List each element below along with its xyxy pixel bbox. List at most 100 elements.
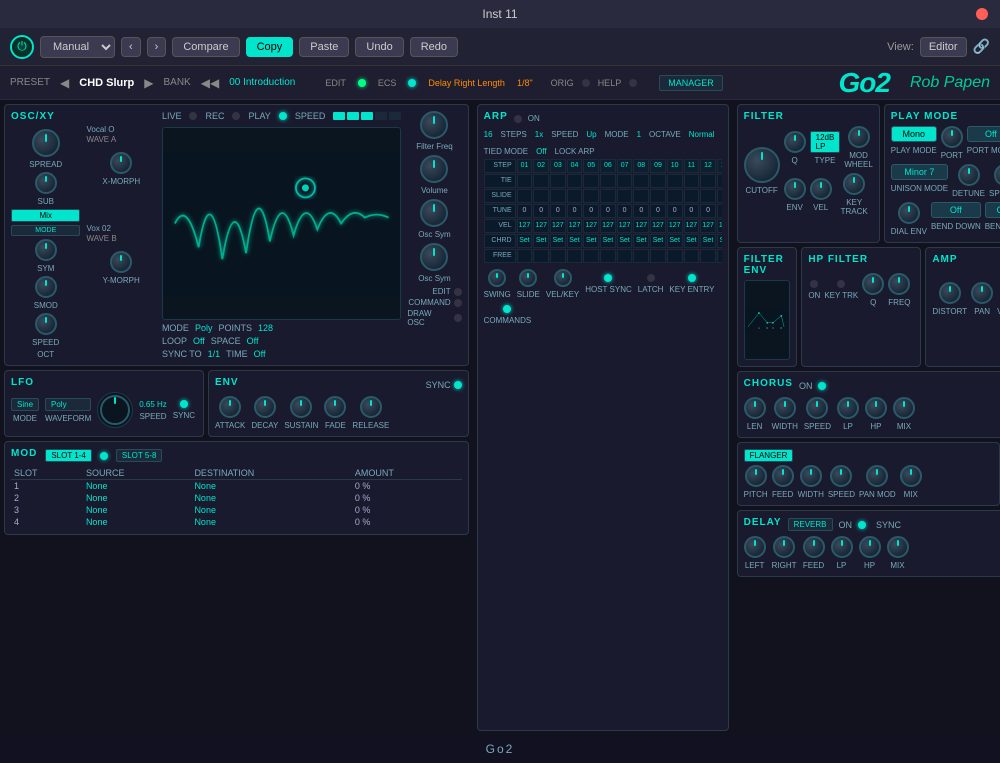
arp-step-05[interactable]: 05 xyxy=(583,159,599,173)
arp-step-10[interactable]: 10 xyxy=(667,159,683,173)
flanger-title-btn[interactable]: FLANGER xyxy=(744,449,794,462)
arp-chrd-13[interactable]: Set xyxy=(717,234,722,248)
mod-source-2[interactable]: None xyxy=(83,492,192,504)
slot-1-4-btn[interactable]: SLOT 1-4 xyxy=(45,449,92,462)
arp-step-09[interactable]: 09 xyxy=(650,159,666,173)
arp-slide-5[interactable] xyxy=(583,189,599,203)
arp-free-8[interactable] xyxy=(633,249,649,263)
arp-free-12[interactable] xyxy=(700,249,716,263)
slide-knob[interactable] xyxy=(519,269,537,287)
command-led[interactable] xyxy=(454,299,462,307)
arp-step-11[interactable]: 11 xyxy=(684,159,700,173)
dial-env-knob[interactable] xyxy=(898,202,920,224)
arp-step-04[interactable]: 04 xyxy=(567,159,583,173)
arp-tie-7[interactable] xyxy=(617,174,633,188)
arp-vel-5[interactable]: 127 xyxy=(583,219,599,233)
arp-vel-6[interactable]: 127 xyxy=(600,219,616,233)
arp-free-4[interactable] xyxy=(567,249,583,263)
spread-pm-knob[interactable] xyxy=(994,164,1000,186)
arp-step-06[interactable]: 06 xyxy=(600,159,616,173)
preset-next[interactable]: ▶ xyxy=(144,76,153,90)
spread-knob[interactable] xyxy=(32,129,60,157)
mono-btn[interactable]: Mono xyxy=(891,126,937,142)
arp-slide-9[interactable] xyxy=(650,189,666,203)
arp-slide-1[interactable] xyxy=(517,189,533,203)
mod-dest-4[interactable]: None xyxy=(191,516,351,528)
arp-free-3[interactable] xyxy=(550,249,566,263)
osc-sym2-knob[interactable] xyxy=(420,243,448,271)
sub-knob[interactable] xyxy=(35,172,57,194)
release-knob[interactable] xyxy=(360,396,382,418)
arp-vel-8[interactable]: 127 xyxy=(633,219,649,233)
manual-dropdown[interactable]: Manual xyxy=(40,36,115,58)
arp-tie-8[interactable] xyxy=(633,174,649,188)
fade-knob[interactable] xyxy=(324,396,346,418)
arp-slide-8[interactable] xyxy=(633,189,649,203)
arp-tune-3[interactable]: 0 xyxy=(550,204,566,218)
arp-tune-1[interactable]: 0 xyxy=(517,204,533,218)
paste-button[interactable]: Paste xyxy=(299,37,349,57)
flanger-feed-knob[interactable] xyxy=(772,465,794,487)
arp-tune-7[interactable]: 0 xyxy=(617,204,633,218)
arp-tune-6[interactable]: 0 xyxy=(600,204,616,218)
chorus-width-knob[interactable] xyxy=(774,397,796,419)
arp-tune-13[interactable]: 0 xyxy=(717,204,722,218)
mod-wheel-knob[interactable] xyxy=(848,126,870,148)
arp-slide-10[interactable] xyxy=(667,189,683,203)
arp-tune-4[interactable]: 0 xyxy=(567,204,583,218)
arp-chrd-10[interactable]: Set xyxy=(667,234,683,248)
arp-tune-5[interactable]: 0 xyxy=(583,204,599,218)
arp-vel-13[interactable]: 127 xyxy=(717,219,722,233)
nav-back-button[interactable]: ‹ xyxy=(121,37,141,57)
key-entry-led[interactable] xyxy=(688,274,696,282)
arp-vel-1[interactable]: 127 xyxy=(517,219,533,233)
chorus-on-led[interactable] xyxy=(818,382,826,390)
filter-env-knob[interactable] xyxy=(784,178,806,200)
swing-knob[interactable] xyxy=(488,269,506,287)
arp-tie-2[interactable] xyxy=(533,174,549,188)
compare-button[interactable]: Compare xyxy=(172,37,239,57)
lfo-mode-btn[interactable]: Sine xyxy=(11,398,39,411)
arp-free-13[interactable] xyxy=(717,249,722,263)
reverb-title-btn[interactable]: REVERB xyxy=(788,518,833,531)
mode-display[interactable]: Mix xyxy=(11,209,80,222)
key-track-knob[interactable] xyxy=(843,173,865,195)
smod-knob[interactable] xyxy=(35,276,57,298)
arp-slide-4[interactable] xyxy=(567,189,583,203)
arp-slide-7[interactable] xyxy=(617,189,633,203)
mod-dest-1[interactable]: None xyxy=(191,480,351,493)
arp-vel-10[interactable]: 127 xyxy=(667,219,683,233)
arp-slide-6[interactable] xyxy=(600,189,616,203)
flanger-mix-knob[interactable] xyxy=(900,465,922,487)
arp-chrd-7[interactable]: Set xyxy=(617,234,633,248)
delay-left-knob[interactable] xyxy=(744,536,766,558)
arp-vel-4[interactable]: 127 xyxy=(567,219,583,233)
delay-hp-knob[interactable] xyxy=(859,536,881,558)
undo-button[interactable]: Undo xyxy=(355,37,403,57)
type-btn[interactable]: 12dB LP xyxy=(810,131,841,153)
arp-tune-9[interactable]: 0 xyxy=(650,204,666,218)
delay-lp-knob[interactable] xyxy=(831,536,853,558)
lfo-sync-led[interactable] xyxy=(180,400,188,408)
arp-step-02[interactable]: 02 xyxy=(533,159,549,173)
arp-tie-1[interactable] xyxy=(517,174,533,188)
chorus-hp-knob[interactable] xyxy=(865,397,887,419)
chorus-len-knob[interactable] xyxy=(744,397,766,419)
preset-prev[interactable]: ◀ xyxy=(60,76,69,90)
mod-dest-2[interactable]: None xyxy=(191,492,351,504)
arp-chrd-8[interactable]: Set xyxy=(633,234,649,248)
flanger-speed-knob[interactable] xyxy=(830,465,852,487)
arp-tune-12[interactable]: 0 xyxy=(700,204,716,218)
arp-tie-6[interactable] xyxy=(600,174,616,188)
sustain-knob[interactable] xyxy=(290,396,312,418)
flanger-panmod-knob[interactable] xyxy=(866,465,888,487)
arp-chrd-2[interactable]: Set xyxy=(533,234,549,248)
xmorph-knob[interactable] xyxy=(110,152,132,174)
arp-slide-11[interactable] xyxy=(684,189,700,203)
arp-free-2[interactable] xyxy=(533,249,549,263)
arp-step-13[interactable]: 13 xyxy=(717,159,722,173)
bend-down-btn[interactable]: Off xyxy=(931,202,981,218)
manager-button[interactable]: MANAGER xyxy=(659,75,723,91)
chorus-mix-knob[interactable] xyxy=(893,397,915,419)
arp-tune-11[interactable]: 0 xyxy=(684,204,700,218)
